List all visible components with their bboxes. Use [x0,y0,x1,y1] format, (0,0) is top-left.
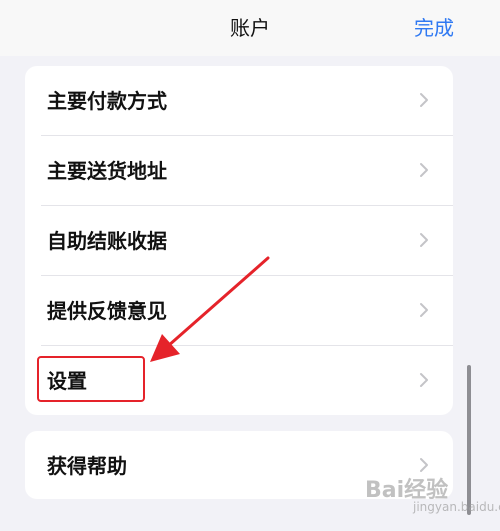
menu-item-label: 获得帮助 [47,454,127,478]
chevron-right-icon [420,373,428,387]
annotation-arrow-icon [150,256,270,362]
menu-item-shipping-address[interactable]: 主要送货地址 [25,136,453,205]
chevron-right-icon [420,458,428,472]
chevron-right-icon [420,233,428,247]
chevron-right-icon [420,163,428,177]
menu-item-label: 主要付款方式 [47,89,167,113]
watermark-subtext: jingyan.baidu.com [413,500,500,514]
menu-item-primary-payment[interactable]: 主要付款方式 [25,66,453,135]
annotation-highlight-box [37,356,145,402]
chevron-right-icon [420,93,428,107]
watermark-logo: Bai经验 jingyan.baidu.com [365,476,500,522]
navigation-bar: 账户 完成 [0,0,500,56]
done-button[interactable]: 完成 [414,14,454,42]
menu-item-label: 主要送货地址 [47,159,167,183]
chevron-right-icon [420,303,428,317]
